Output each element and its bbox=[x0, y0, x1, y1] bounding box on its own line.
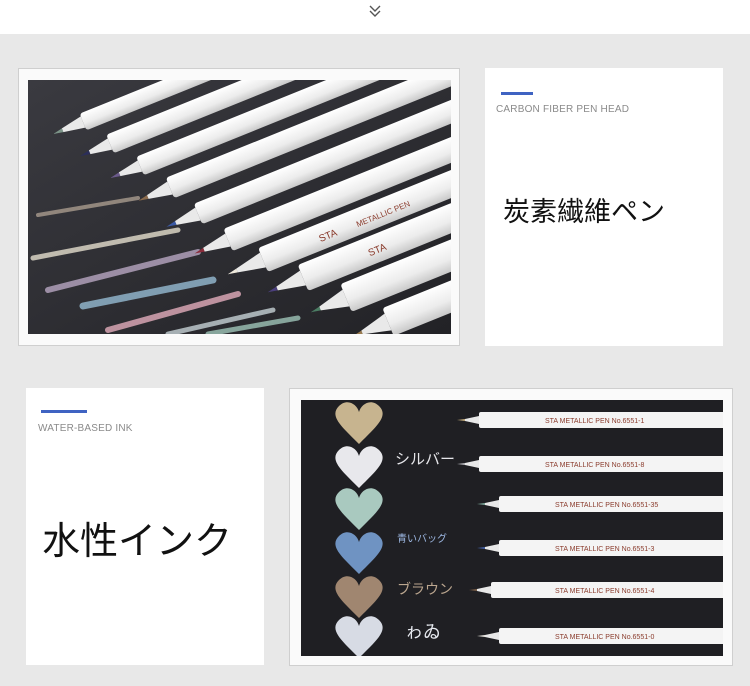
feature-label-carbon: CARBON FIBER PEN HEAD bbox=[496, 104, 630, 115]
pen-row-photo: STA METALLIC PEN STA bbox=[28, 80, 451, 334]
word-blue-bag: 青いバッグ bbox=[397, 532, 447, 545]
feature-card-water: WATER-BASED INK 水性インク bbox=[26, 388, 264, 665]
feature-title-water: 水性インク bbox=[42, 519, 233, 563]
pen-text-1: STA METALLIC PEN No.6551-1 bbox=[545, 418, 644, 425]
feature-card-carbon: CARBON FIBER PEN HEAD 炭素繊維ペン bbox=[485, 68, 723, 346]
accent-bar bbox=[501, 92, 533, 95]
pen-row-photo-frame: STA METALLIC PEN STA bbox=[18, 68, 460, 346]
word-silver: シルバー bbox=[395, 450, 455, 468]
top-bar bbox=[0, 0, 750, 34]
pen-text-5: STA METALLIC PEN No.6551-4 bbox=[555, 588, 654, 595]
pen-text-2: STA METALLIC PEN No.6551-8 bbox=[545, 462, 644, 469]
feature-title-carbon: 炭素繊維ペン bbox=[503, 197, 665, 228]
swatch-photo-frame: STA METALLIC PEN No.6551-1 STA METALLIC … bbox=[289, 388, 733, 666]
chevron-double-down-icon[interactable] bbox=[366, 2, 384, 20]
feature-label-water: WATER-BASED INK bbox=[38, 423, 133, 434]
word-white: ゎゐ bbox=[405, 622, 441, 643]
pen-text-4: STA METALLIC PEN No.6551-3 bbox=[555, 546, 654, 553]
pen-text-6: STA METALLIC PEN No.6551-0 bbox=[555, 634, 654, 641]
accent-bar bbox=[41, 410, 87, 413]
pen-text-3: STA METALLIC PEN No.6551-35 bbox=[555, 502, 658, 509]
word-brown: ブラウン bbox=[397, 581, 453, 598]
swatch-photo: STA METALLIC PEN No.6551-1 STA METALLIC … bbox=[301, 400, 723, 656]
